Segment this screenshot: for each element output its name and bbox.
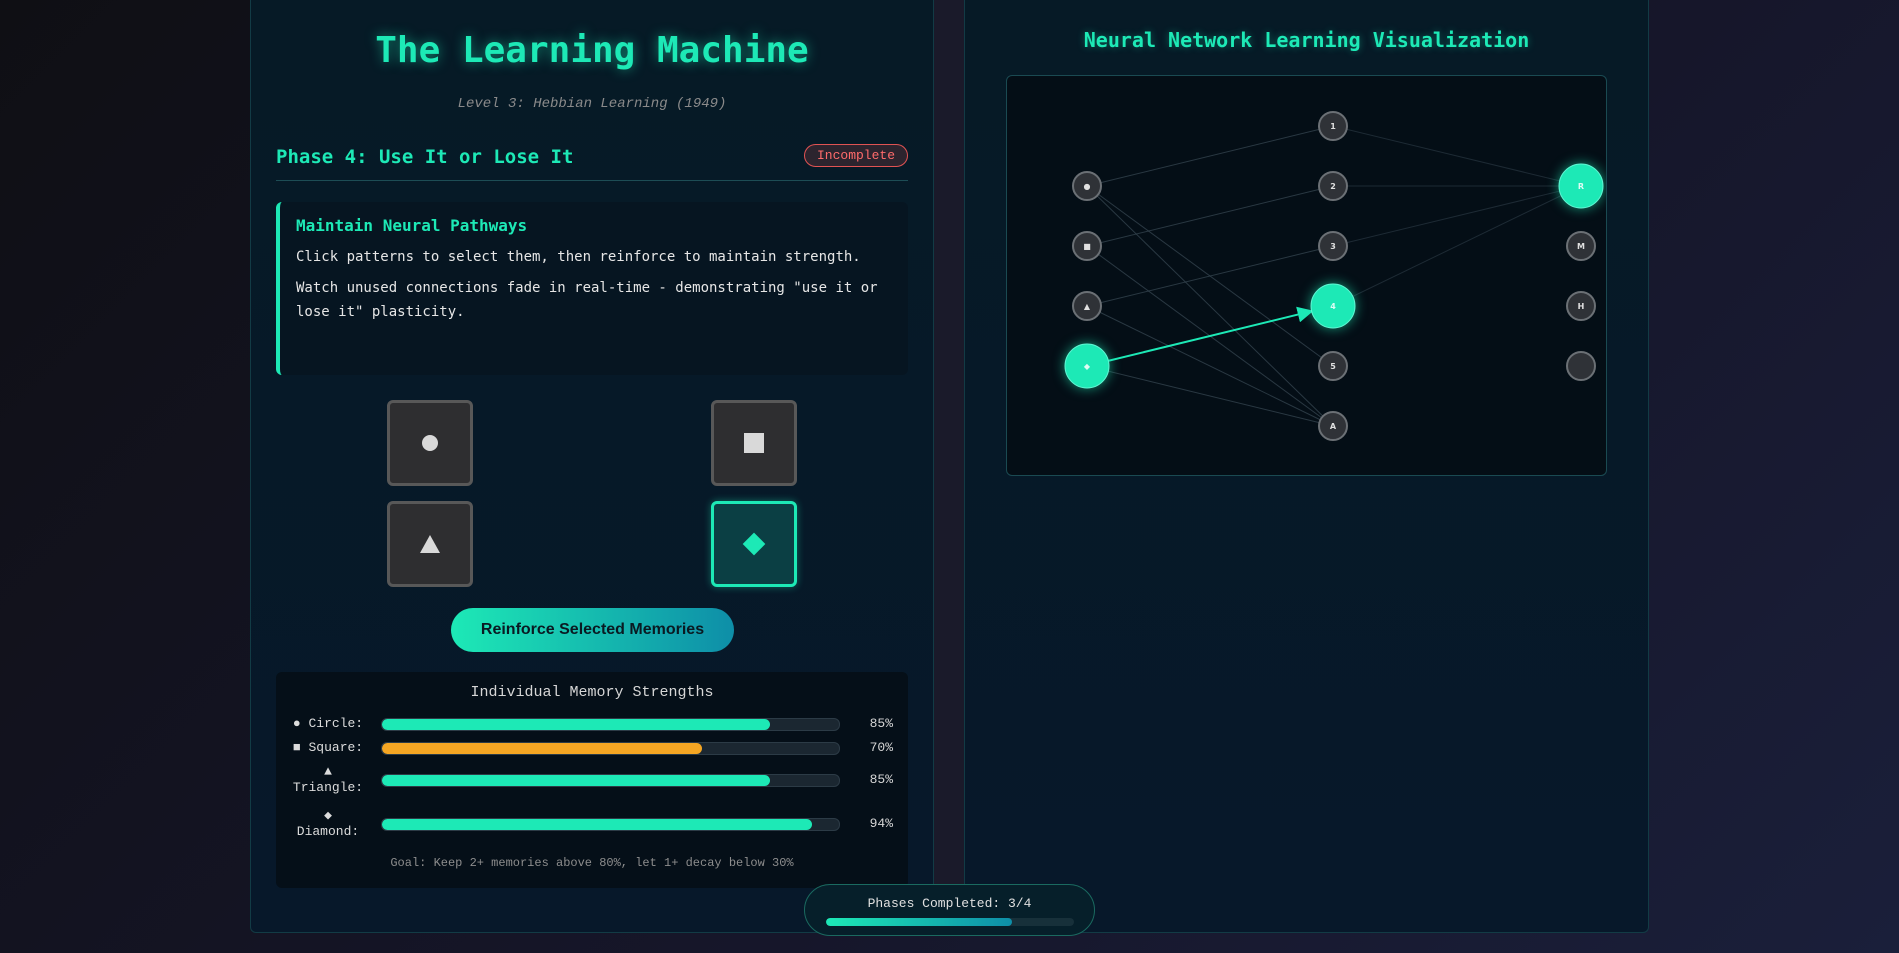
strength-bar-fill <box>382 775 771 786</box>
connection-line <box>1086 185 1334 247</box>
network-canvas: ● ■ ▲ ◆ 1 2 3 4 5 A R M H <box>1006 75 1607 476</box>
output-node-label: M <box>1577 242 1585 251</box>
hidden-node-label: 3 <box>1330 242 1336 251</box>
status-badge: Incomplete <box>803 144 908 167</box>
output-node: R <box>1558 163 1604 209</box>
connection-line <box>1086 305 1334 427</box>
panel-divider <box>934 0 964 933</box>
strength-bar-fill <box>382 819 812 830</box>
connection-line <box>1332 185 1582 247</box>
instructions-text-1: Click patterns to select them, then rein… <box>296 249 861 265</box>
phases-label: Phases Completed: 3/4 <box>867 896 1032 911</box>
output-node: M <box>1566 231 1596 261</box>
instructions-heading: Maintain Neural Pathways <box>296 216 528 235</box>
pattern-button-square[interactable] <box>711 400 797 486</box>
square-icon <box>744 433 764 453</box>
hidden-node-label: 1 <box>1330 122 1336 131</box>
hidden-node-label: A <box>1330 422 1337 431</box>
input-node: ▲ <box>1072 291 1102 321</box>
goal-text: Goal: Keep 2+ memories above 80%, let 1+… <box>390 856 794 870</box>
visualization-title: Neural Network Learning Visualization <box>1083 28 1530 52</box>
memory-strengths-title: Individual Memory Strengths <box>470 684 714 701</box>
hidden-node: 4 <box>1310 283 1356 329</box>
hidden-node: 2 <box>1318 171 1348 201</box>
input-node-label: ▲ <box>1084 302 1091 311</box>
phases-progress-bar <box>826 918 1074 926</box>
connection-line <box>1086 185 1334 427</box>
strength-label: Circle: <box>308 716 364 731</box>
input-node: ● <box>1072 171 1102 201</box>
input-node-label: ◆ <box>1084 362 1091 371</box>
page-title: The Learning Machine <box>375 30 809 71</box>
reinforce-button[interactable]: Reinforce Selected Memories <box>451 608 734 652</box>
strength-bar <box>381 818 840 831</box>
hidden-node-label: 4 <box>1330 302 1336 311</box>
pattern-button-circle[interactable] <box>387 400 473 486</box>
output-node-label: R <box>1578 182 1584 191</box>
phase-header: Phase 4: Use It or Lose It Incomplete <box>276 140 908 181</box>
memory-strengths-panel: Individual Memory Strengths ● Circle: 85… <box>276 672 908 888</box>
strength-bar-fill <box>382 743 702 754</box>
diamond-icon <box>742 532 766 556</box>
input-node: ◆ <box>1064 343 1110 389</box>
output-node-circle <box>1566 351 1596 381</box>
triangle-icon <box>420 535 440 553</box>
strength-bar-fill <box>382 719 771 730</box>
connection-line <box>1086 306 1314 367</box>
output-node: H <box>1566 291 1596 321</box>
learning-panel: The Learning Machine Level 3: Hebbian Le… <box>250 0 934 933</box>
page-subtitle: Level 3: Hebbian Learning (1949) <box>457 96 727 112</box>
visualization-panel: Neural Network Learning Visualization ● ■… <box>964 0 1649 933</box>
instructions-card: Maintain Neural Pathways Click patterns … <box>276 202 908 375</box>
strength-bar <box>381 742 840 755</box>
circle-icon <box>422 435 438 451</box>
strength-symbol: ■ <box>292 740 301 755</box>
input-node-label: ■ <box>1083 242 1091 251</box>
connection-line <box>1086 125 1334 187</box>
strength-symbol: ◆ <box>324 808 332 823</box>
hidden-node: 3 <box>1318 231 1348 261</box>
input-node: ■ <box>1072 231 1102 261</box>
output-node <box>1566 351 1596 381</box>
instructions-text-2: Watch unused connections fade in real-ti… <box>296 280 878 320</box>
hidden-node: A <box>1318 411 1348 441</box>
strength-symbol: ● <box>292 716 301 731</box>
phases-progress: Phases Completed: 3/4 <box>804 884 1095 936</box>
phase-title: Phase 4: Use It or Lose It <box>276 146 574 168</box>
connection-line <box>1332 185 1582 307</box>
strength-label: Diamond: <box>296 824 360 839</box>
hidden-node-label: 5 <box>1330 362 1336 371</box>
strength-symbol: ▲ <box>324 764 332 779</box>
strength-value: 85% <box>869 772 893 787</box>
hidden-node-label: 2 <box>1330 182 1336 191</box>
input-node-label: ● <box>1084 182 1091 191</box>
phases-progress-fill <box>826 918 1012 926</box>
strength-label: Triangle: <box>292 780 364 795</box>
pattern-button-triangle[interactable] <box>387 501 473 587</box>
hidden-node: 5 <box>1318 351 1348 381</box>
strength-bar <box>381 774 840 787</box>
strength-value: 94% <box>869 816 893 831</box>
connection-line <box>1086 365 1334 427</box>
pattern-button-diamond[interactable] <box>711 501 797 587</box>
output-node-label: H <box>1578 302 1585 311</box>
hidden-node: 1 <box>1318 111 1348 141</box>
connection-line <box>1332 125 1582 187</box>
strength-label: Square: <box>308 740 364 755</box>
strength-value: 85% <box>869 716 893 731</box>
strength-bar <box>381 718 840 731</box>
strength-value: 70% <box>869 740 893 755</box>
network-graph: ● ■ ▲ ◆ 1 2 3 4 5 A R M H <box>1064 111 1604 441</box>
connection-line <box>1086 185 1334 367</box>
